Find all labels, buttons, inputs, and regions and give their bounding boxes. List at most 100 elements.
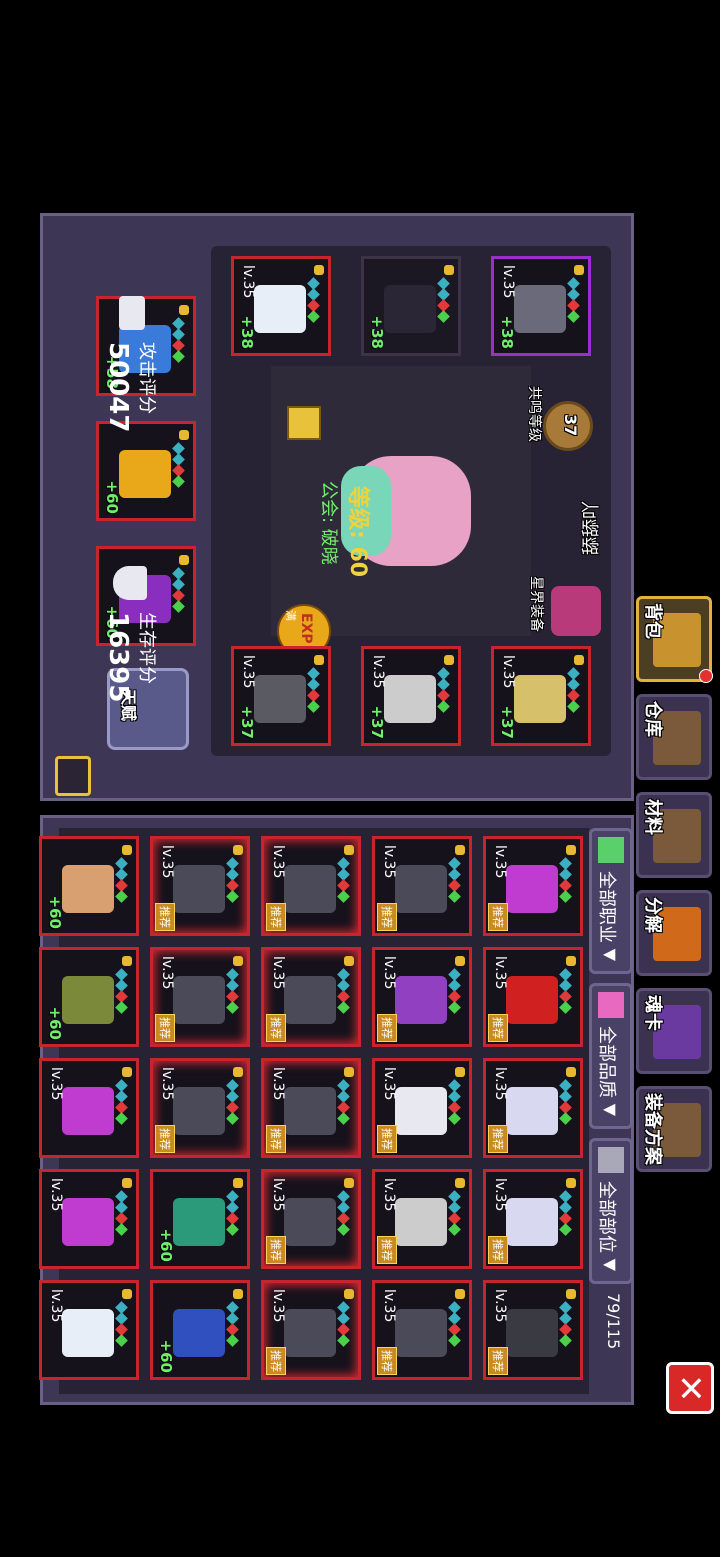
inventory-capacity: 79/115 <box>604 1293 623 1350</box>
lock-icon <box>122 956 132 966</box>
gem-icon <box>115 1223 128 1236</box>
recommend-badge: 推荐 <box>266 903 286 931</box>
tab-decompose[interactable]: 分解 <box>636 890 712 976</box>
lock-icon <box>233 1067 243 1077</box>
item-icon <box>506 1309 558 1357</box>
lock-icon <box>455 1067 465 1077</box>
tab-materials[interactable]: 材料 <box>636 792 712 878</box>
equipment-slot[interactable]: lv.35 推荐 <box>372 1280 472 1380</box>
equipment-slot[interactable]: +60 <box>150 1169 250 1269</box>
gem-icon <box>448 890 461 903</box>
tab-backpack[interactable]: 背包 <box>636 596 713 683</box>
filter-dropdown[interactable]: 全部部位 ▼ <box>589 1138 633 1284</box>
gem-sockets <box>226 1301 243 1347</box>
gem-sockets <box>115 1079 132 1125</box>
item-icon <box>395 1087 447 1135</box>
notification-dot <box>699 669 713 683</box>
equipment-slot[interactable]: lv.35 推荐 <box>150 1058 250 1158</box>
enhance-level: +37 <box>238 705 256 739</box>
filter-dropdown[interactable]: 全部品质 ▼ <box>589 983 633 1129</box>
score-bar: 攻击评分 50047 生存评分 16395 <box>85 246 185 756</box>
lock-icon <box>233 956 243 966</box>
gem-icon <box>226 890 239 903</box>
close-button[interactable]: ✕ <box>666 1362 714 1414</box>
equipment-slot[interactable]: lv.35 +38 <box>231 256 331 356</box>
item-level: lv.35 <box>240 265 256 299</box>
tab-equip-plan[interactable]: 装备方案 <box>636 1086 712 1172</box>
gem-sockets <box>559 857 576 903</box>
equipment-slot[interactable]: lv.35 推荐 <box>372 1169 472 1269</box>
recommend-badge: 推荐 <box>488 1347 508 1375</box>
item-icon <box>284 1198 336 1246</box>
item-icon <box>173 865 225 913</box>
gem-icon <box>226 1001 239 1014</box>
item-icon <box>395 865 447 913</box>
equipment-slot[interactable]: lv.35 推荐 <box>483 836 583 936</box>
equipment-slot[interactable]: lv.35 推荐 <box>261 1280 361 1380</box>
equipment-slot[interactable]: lv.35 推荐 <box>261 1169 361 1269</box>
gem-sockets <box>337 1190 354 1236</box>
equipment-slot[interactable]: lv.35 推荐 <box>150 947 250 1047</box>
astral-equip-button[interactable] <box>551 586 601 636</box>
item-level: lv.35 <box>381 1289 397 1323</box>
lock-icon <box>233 845 243 855</box>
equipment-slot[interactable]: lv.35 推荐 <box>483 1169 583 1269</box>
equipment-slot[interactable]: +60 <box>39 836 139 936</box>
equipment-slot[interactable]: lv.35 +37 <box>491 646 591 746</box>
equipment-slot[interactable]: lv.35 推荐 <box>261 947 361 1047</box>
equipment-slot[interactable]: lv.35 推荐 <box>372 1058 472 1158</box>
exp-full-text: 满 <box>284 610 297 621</box>
item-level: lv.35 <box>370 655 386 689</box>
equipment-slot[interactable]: +38 <box>361 256 461 356</box>
lock-icon <box>566 1178 576 1188</box>
gem-icon <box>337 1112 350 1125</box>
equipment-slot[interactable]: lv.35 +37 <box>361 646 461 746</box>
tab-soul-card[interactable]: 魂卡 <box>636 988 712 1074</box>
equipment-slot[interactable]: lv.35 <box>39 1280 139 1380</box>
equipment-slot[interactable]: lv.35 <box>39 1058 139 1158</box>
equipment-slot[interactable]: lv.35 推荐 <box>150 836 250 936</box>
close-icon: ✕ <box>670 1374 710 1403</box>
item-icon <box>173 1309 225 1357</box>
item-icon <box>284 1087 336 1135</box>
equipment-slot[interactable]: lv.35 推荐 <box>261 836 361 936</box>
gem-sockets <box>226 1190 243 1236</box>
equipment-slot[interactable]: lv.35 推荐 <box>261 1058 361 1158</box>
equipment-slot[interactable]: +60 <box>39 947 139 1047</box>
filter-dropdown[interactable]: 全部职业 ▼ <box>589 828 633 974</box>
lock-icon <box>233 1289 243 1299</box>
chevron-down-icon: ▼ <box>601 948 620 961</box>
lock-toggle-icon[interactable] <box>55 756 91 796</box>
item-icon <box>395 1309 447 1357</box>
item-level: lv.35 <box>159 956 175 990</box>
equipment-slot[interactable]: lv.35 <box>39 1169 139 1269</box>
equipment-slot[interactable]: lv.35 +37 <box>231 646 331 746</box>
item-icon <box>384 675 436 723</box>
equipment-slot[interactable]: +60 <box>150 1280 250 1380</box>
equipment-slot[interactable]: lv.35 推荐 <box>372 836 472 936</box>
enhance-level: +38 <box>238 315 256 349</box>
item-icon <box>284 1309 336 1357</box>
equipment-slot[interactable]: lv.35 推荐 <box>483 1058 583 1158</box>
shield-icon <box>113 566 147 600</box>
lock-icon <box>122 1178 132 1188</box>
equipment-slot[interactable]: lv.35 推荐 <box>372 947 472 1047</box>
equipment-slot[interactable]: lv.35 推荐 <box>483 1280 583 1380</box>
lock-icon <box>444 265 454 275</box>
item-level: lv.35 <box>240 655 256 689</box>
gem-icon <box>559 1223 572 1236</box>
inventory-panel: lv.35 推荐 lv.35 推荐 lv.35 推荐 lv.35 推荐 lv.35 推荐 lv.35… <box>39 815 634 1405</box>
gem-sockets <box>226 857 243 903</box>
filter-label: 全部职业 <box>596 871 617 943</box>
guild-icon[interactable] <box>287 406 321 440</box>
attack-score-value: 50047 <box>103 342 133 433</box>
inventory-grid-area: lv.35 推荐 lv.35 推荐 lv.35 推荐 lv.35 推荐 lv.35 推荐 lv.35… <box>39 828 589 1394</box>
item-level: lv.35 <box>500 655 516 689</box>
tab-label: 魂卡 <box>642 995 663 1031</box>
equipment-slot[interactable]: lv.35 +38 <box>491 256 591 356</box>
equipment-slot[interactable]: lv.35 推荐 <box>483 947 583 1047</box>
item-level: lv.35 <box>48 1178 64 1212</box>
lock-icon <box>344 1289 354 1299</box>
tab-chest[interactable]: 仓库 <box>636 694 712 780</box>
recommend-badge: 推荐 <box>155 1125 175 1153</box>
